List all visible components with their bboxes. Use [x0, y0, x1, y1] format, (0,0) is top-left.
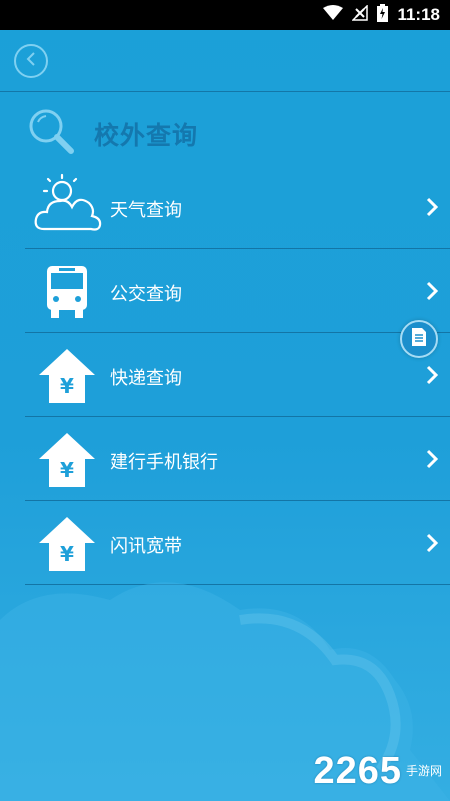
battery-icon	[377, 4, 389, 26]
back-button[interactable]	[14, 44, 48, 78]
status-time: 11:18	[397, 5, 440, 24]
weather-icon	[34, 171, 102, 239]
menu-list: 天气查询 公交查询 ¥ 快递查询 ¥ 建行手机银行 ¥ 闪讯宽带	[0, 165, 450, 585]
menu-item-label: 快递查询	[110, 368, 182, 389]
header-divider	[0, 91, 450, 92]
top-bar	[0, 30, 450, 92]
signal-icon	[351, 4, 369, 25]
document-icon	[411, 327, 427, 351]
house-yen-icon: ¥	[36, 345, 98, 407]
house-yen-icon: ¥	[36, 429, 98, 491]
svg-text:¥: ¥	[60, 374, 74, 398]
menu-item-bus[interactable]: 公交查询	[0, 249, 450, 333]
watermark-number: 2265	[313, 750, 402, 792]
watermark: 2265 手游网	[313, 750, 442, 793]
chevron-right-icon	[426, 533, 439, 557]
chevron-right-icon	[426, 281, 439, 305]
menu-item-label: 天气查询	[110, 200, 182, 221]
bus-icon	[36, 261, 98, 323]
search-icon	[26, 106, 76, 160]
menu-item-weather[interactable]: 天气查询	[0, 165, 450, 249]
menu-item-label: 建行手机银行	[110, 452, 218, 473]
section-title: 校外查询	[94, 121, 199, 150]
section-header: 校外查询	[0, 100, 450, 162]
back-icon	[24, 51, 38, 71]
status-bar: 11:18	[0, 0, 450, 30]
menu-item-label: 闪讯宽带	[110, 536, 182, 557]
chevron-right-icon	[426, 197, 439, 221]
chevron-right-icon	[426, 449, 439, 473]
menu-item-ccb-bank[interactable]: ¥ 建行手机银行	[0, 417, 450, 501]
wifi-icon	[323, 5, 344, 25]
floating-document-button[interactable]	[400, 320, 438, 358]
svg-text:¥: ¥	[60, 458, 74, 482]
chevron-right-icon	[426, 365, 439, 389]
menu-item-label: 公交查询	[110, 284, 182, 305]
menu-item-express[interactable]: ¥ 快递查询	[0, 333, 450, 417]
watermark-suffix: 手游网	[405, 764, 442, 778]
